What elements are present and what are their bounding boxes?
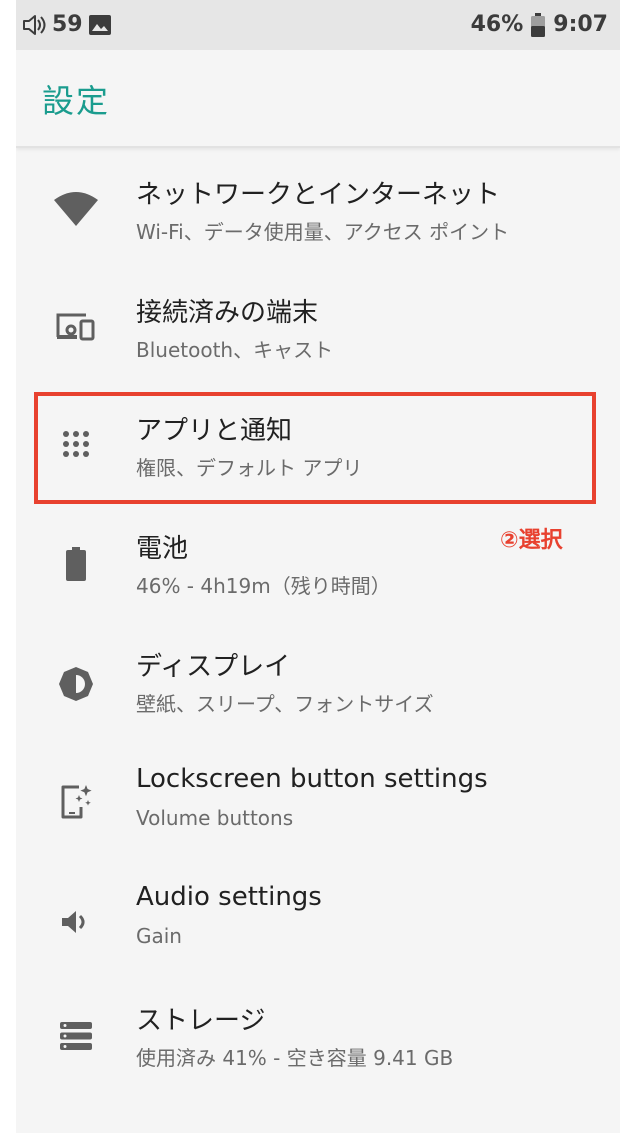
settings-item-title: 接続済みの端末 — [136, 298, 319, 328]
settings-item-title: Audio settings — [136, 882, 322, 912]
settings-item-title: ネットワークとインターネット — [136, 180, 501, 210]
status-left: 59 — [22, 12, 111, 37]
settings-item-subtitle: 壁紙、スリープ、フォントサイズ — [136, 692, 434, 716]
settings-item-subtitle: Wi-Fi、データ使用量、アクセス ポイント — [136, 220, 510, 244]
settings-item-title: Lockscreen button settings — [136, 764, 488, 794]
lockscreen-icon — [46, 772, 106, 832]
phone-screen: 59 46% 9:07 設定 ネットワークとインターネット Wi-Fi、データ使… — [16, 0, 620, 1133]
volume-level: 59 — [52, 12, 83, 37]
image-notification-icon — [88, 14, 111, 35]
battery-icon — [46, 534, 106, 594]
settings-item-title: 電池 — [136, 534, 189, 564]
settings-item-audio[interactable]: Audio settings Gain — [16, 868, 620, 984]
devices-icon — [46, 296, 106, 356]
status-right: 46% 9:07 — [471, 12, 608, 37]
settings-item-subtitle: Gain — [136, 924, 182, 948]
clock: 9:07 — [553, 12, 608, 37]
settings-item-subtitle: 46% - 4h19m（残り時間） — [136, 574, 391, 598]
brightness-icon — [46, 654, 106, 714]
storage-icon — [46, 1006, 106, 1066]
volume-icon — [46, 892, 106, 952]
settings-item-connected-devices[interactable]: 接続済みの端末 Bluetooth、キャスト — [16, 278, 620, 394]
volume-status-icon — [22, 14, 46, 36]
settings-item-subtitle: Bluetooth、キャスト — [136, 338, 334, 362]
status-bar: 59 46% 9:07 — [16, 0, 620, 50]
battery-percent: 46% — [470, 12, 524, 37]
page-title: 設定 — [42, 82, 111, 120]
battery-status-icon — [531, 12, 546, 37]
annotation-label: ②選択 — [500, 528, 563, 553]
settings-item-storage[interactable]: ストレージ 使用済み 41% - 空き容量 9.41 GB — [16, 986, 620, 1102]
settings-item-network[interactable]: ネットワークとインターネット Wi-Fi、データ使用量、アクセス ポイント — [16, 160, 620, 276]
settings-item-lockscreen-buttons[interactable]: Lockscreen button settings Volume button… — [16, 750, 620, 866]
settings-item-title: ストレージ — [136, 1006, 266, 1036]
settings-item-display[interactable]: ディスプレイ 壁紙、スリープ、フォントサイズ — [16, 632, 620, 748]
settings-item-subtitle: Volume buttons — [136, 806, 294, 830]
settings-item-title: ディスプレイ — [136, 652, 291, 682]
selection-highlight-box — [34, 392, 596, 504]
app-bar: 設定 — [16, 50, 620, 148]
settings-item-subtitle: 使用済み 41% - 空き容量 9.41 GB — [136, 1046, 454, 1070]
wifi-icon — [46, 179, 106, 239]
